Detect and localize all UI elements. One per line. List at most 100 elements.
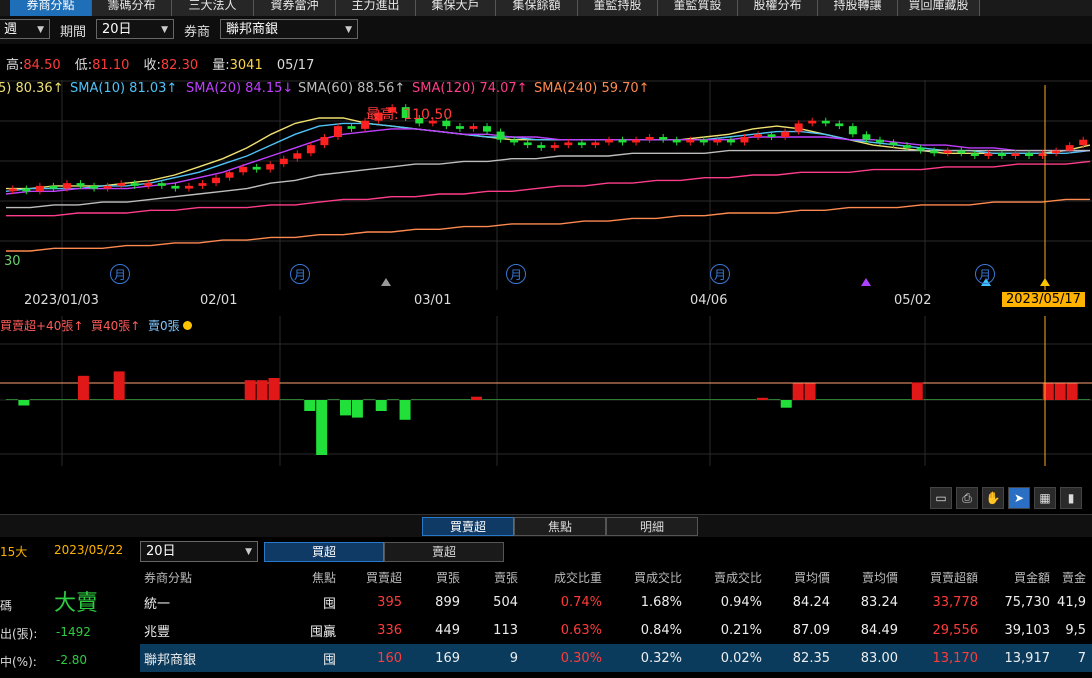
volume-bar <box>399 400 411 420</box>
sma-legend-6: SMA(240) 59.70↑ <box>534 81 650 96</box>
buy-over-tab[interactable]: 買超 <box>264 542 384 562</box>
table-icon[interactable]: ▦ <box>1034 487 1056 509</box>
volume-bar <box>172 399 185 400</box>
broker-volume-chart[interactable] <box>0 316 1092 466</box>
volume-bar <box>911 382 923 400</box>
column-header[interactable]: 券商分點 <box>140 566 260 588</box>
pointer-icon[interactable]: ➤ <box>1008 487 1030 509</box>
sub-tab-2[interactable]: 焦點 <box>514 517 606 536</box>
table-row[interactable]: 統一 囤 395 899 504 0.74% 1.68% 0.94% 84.24 83.24 33,… <box>140 588 1092 616</box>
quote-date: 05/17 <box>276 58 315 73</box>
volume-bar <box>684 399 697 400</box>
candle <box>144 183 153 186</box>
volume-bar <box>958 399 971 400</box>
page-icon[interactable]: ▭ <box>930 487 952 509</box>
tab-3[interactable]: 三大法人 <box>172 0 254 16</box>
month-marker-icon[interactable]: 月 <box>290 264 310 284</box>
table-cell: 41,9 <box>1057 594 1086 610</box>
view-select[interactable]: 週 ▼ <box>0 19 50 39</box>
print-icon[interactable]: ⎙ <box>956 487 978 509</box>
volume-bar <box>41 399 54 400</box>
candle <box>740 137 749 143</box>
volume-bar <box>792 383 804 400</box>
tab-9[interactable]: 董監質設 <box>658 0 738 16</box>
candlestick-chart[interactable] <box>0 80 1092 290</box>
sub-tab-3[interactable]: 明細 <box>606 517 698 536</box>
column-header[interactable]: 買賣超 <box>342 566 408 588</box>
volume-bar <box>1006 399 1019 400</box>
column-header[interactable]: 買賣超額 <box>904 566 984 588</box>
table-cell: 0.32% <box>608 644 688 672</box>
volume-bar <box>565 399 578 400</box>
sub-tab-1[interactable]: 買賣超 <box>422 517 514 536</box>
close-quote: 收:82.30 <box>144 58 199 73</box>
table-cell: 504 <box>493 594 518 610</box>
quote-line: 高:84.50 低:81.10 收:82.30 量:3041 05/17 <box>6 54 324 73</box>
volume-bar <box>708 399 721 400</box>
tab-12[interactable]: 買回庫藏股 <box>898 0 980 16</box>
column-header[interactable]: 買成交比 <box>608 566 688 588</box>
column-header[interactable]: 賣成交比 <box>688 566 768 588</box>
month-marker-icon[interactable]: 月 <box>110 264 130 284</box>
volume-bar <box>339 400 351 416</box>
column-header[interactable]: 買張 <box>408 566 466 588</box>
tab-6[interactable]: 集保大戶 <box>416 0 496 16</box>
column-header[interactable]: 買金額 <box>984 566 1056 588</box>
close-value: 82.30 <box>160 58 199 73</box>
broker-select[interactable]: 聯邦商銀 ▼ <box>220 19 358 39</box>
column-header[interactable]: 焦點 <box>260 566 342 588</box>
tab-4[interactable]: 資券當沖 <box>254 0 336 16</box>
filter-bar: 週 ▼ 期間 20日 ▼ 券商 聯邦商銀 ▼ <box>0 16 1092 44</box>
column-header[interactable]: 賣均價 <box>836 566 904 588</box>
column-header[interactable]: 買均價 <box>768 566 836 588</box>
table-cell: 0.94% <box>720 594 762 610</box>
hand-icon[interactable]: ✋ <box>982 487 1004 509</box>
volume-bar <box>482 399 495 400</box>
table-row[interactable]: 兆豐 囤贏 336 449 113 0.63% 0.84% 0.21% 87.09 84.49 29… <box>140 616 1092 644</box>
close-label: 收: <box>143 58 161 73</box>
candle <box>130 183 139 186</box>
candle <box>984 153 993 156</box>
sub-tab-bar: 買賣超 焦點 明細 <box>0 514 1092 537</box>
volume-bar <box>1042 383 1054 400</box>
candle <box>103 185 112 189</box>
tab-11[interactable]: 持股轉讓 <box>818 0 898 16</box>
month-marker-icon[interactable]: 月 <box>506 264 526 284</box>
volume-bar <box>113 371 125 400</box>
column-header[interactable]: 賣張 <box>466 566 524 588</box>
tab-7[interactable]: 集保餘額 <box>496 0 578 16</box>
period-select[interactable]: 20日 ▼ <box>96 19 174 39</box>
column-header[interactable]: 賣金 <box>1056 566 1092 588</box>
table-cell: 0.63% <box>560 622 602 638</box>
sell-over-tab[interactable]: 賣超 <box>384 542 504 562</box>
x-tick-label: 04/06 <box>690 293 728 308</box>
low-quote: 低:81.10 <box>75 58 130 73</box>
bar-chart-icon[interactable]: ▮ <box>1060 487 1082 509</box>
column-header[interactable]: 成交比重 <box>524 566 608 588</box>
pct-label: 中(%): <box>0 655 37 669</box>
candle <box>686 139 695 143</box>
volume-bar <box>125 399 138 400</box>
candle <box>496 131 505 140</box>
volume-bar <box>804 383 816 400</box>
volume-bar <box>982 399 995 400</box>
month-marker-icon[interactable]: 月 <box>710 264 730 284</box>
table-cell: 449 <box>435 622 460 638</box>
candle <box>564 142 573 146</box>
candle <box>943 150 952 154</box>
volume-bar <box>923 399 936 400</box>
table-row[interactable]: 聯邦商銀囤 160 169 9 0.30% 0.32% 0.02% 82.35 83.00 13,… <box>140 644 1092 672</box>
tab-10[interactable]: 股權分布 <box>738 0 818 16</box>
tab-8[interactable]: 董監持股 <box>578 0 658 16</box>
month-marker-icon[interactable]: 月 <box>975 264 995 284</box>
tab-1[interactable]: 券商分點 <box>10 0 92 16</box>
range-select[interactable]: 20日 ▼ <box>140 541 258 562</box>
tab-5[interactable]: 主力進出 <box>336 0 416 16</box>
tab-2[interactable]: 籌碼分布 <box>92 0 172 16</box>
volume-bar <box>148 399 161 400</box>
candle <box>455 126 464 129</box>
volume-bar <box>160 399 173 400</box>
volume-bar <box>232 399 245 400</box>
table-cell: 囤 <box>260 644 342 672</box>
table-cell: 39,103 <box>1004 622 1051 638</box>
